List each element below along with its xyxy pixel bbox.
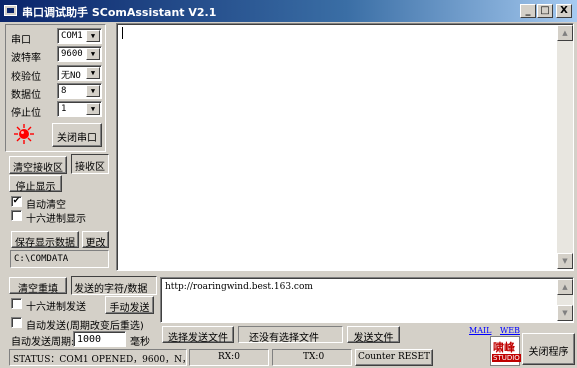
port-value: COM1 — [61, 31, 83, 41]
tx-counter: TX:0 — [272, 349, 352, 366]
hex-display-checkbox[interactable] — [11, 210, 22, 221]
hex-send-label: 十六进制发送 — [26, 302, 86, 313]
baud-label: 波特率 — [11, 53, 41, 64]
hex-display-label: 十六进制显示 — [26, 214, 86, 225]
receive-textarea[interactable]: ▲ ▼ — [116, 23, 574, 271]
close-port-button[interactable]: 关闭串口 — [52, 123, 102, 147]
stopbits-select[interactable]: 1 ▼ — [57, 101, 102, 117]
parity-select[interactable]: 无NO ▼ — [57, 65, 102, 81]
databits-select[interactable]: 8 ▼ — [57, 83, 102, 99]
close-button[interactable]: X — [556, 4, 572, 18]
clear-send-button[interactable]: 清空重填 — [9, 277, 67, 294]
send-file-button[interactable]: 发送文件 — [347, 326, 400, 343]
mail-link[interactable]: MAIL — [469, 326, 491, 335]
rx-counter: RX:0 — [189, 349, 269, 366]
studio-logo: 啸峰 STUDIO — [490, 336, 521, 366]
window-title: 串口调试助手 SComAssistant V2.1 — [22, 6, 217, 19]
selected-file-field: 还没有选择文件 — [238, 326, 343, 344]
hex-send-checkbox[interactable] — [11, 298, 22, 309]
counter-reset-button[interactable]: Counter RESET — [355, 349, 433, 366]
send-scrollbar[interactable]: ▲ ▼ — [557, 279, 573, 321]
auto-clear-label: 自动清空 — [26, 200, 66, 211]
text-cursor — [122, 27, 123, 39]
baud-value: 9600 — [61, 49, 83, 59]
period-unit: 毫秒 — [130, 337, 150, 348]
port-status-lamp-icon — [14, 124, 34, 144]
title-bar[interactable]: 串口调试助手 SComAssistant V2.1 _ □ X — [0, 0, 577, 22]
save-display-button[interactable]: 保存显示数据 — [11, 231, 79, 248]
stop-display-button[interactable]: 停止显示 — [9, 175, 62, 192]
scroll-up-icon[interactable]: ▲ — [557, 25, 573, 41]
receive-area-label: 接收区 — [71, 154, 109, 174]
web-link[interactable]: WEB — [500, 326, 520, 335]
scroll-down-icon[interactable]: ▼ — [557, 305, 573, 321]
auto-send-label: 自动发送(周期改变后重选) — [26, 321, 144, 332]
chevron-down-icon[interactable]: ▼ — [86, 103, 100, 115]
scroll-up-icon[interactable]: ▲ — [557, 279, 573, 295]
port-label: 串口 — [11, 35, 31, 46]
parity-label: 校验位 — [11, 72, 41, 83]
studio-logo-subtitle: STUDIO — [492, 354, 521, 362]
send-content: http://roaringwind.best.163.com — [165, 282, 313, 292]
period-label: 自动发送周期: — [11, 337, 75, 348]
parity-value: 无NO — [61, 71, 81, 81]
baud-select[interactable]: 9600 ▼ — [57, 46, 102, 62]
send-area-label: 发送的字符/数据 — [71, 276, 157, 295]
send-textarea[interactable]: http://roaringwind.best.163.com ▲ ▼ — [160, 277, 574, 323]
chevron-down-icon[interactable]: ▼ — [86, 67, 100, 79]
port-select[interactable]: COM1 ▼ — [57, 28, 102, 44]
app-icon[interactable] — [4, 5, 17, 16]
chevron-down-icon[interactable]: ▼ — [86, 48, 100, 60]
change-path-button[interactable]: 更改 — [82, 231, 109, 248]
select-file-button[interactable]: 选择发送文件 — [162, 326, 234, 343]
databits-label: 数据位 — [11, 90, 41, 101]
chevron-down-icon[interactable]: ▼ — [86, 85, 100, 97]
stopbits-label: 停止位 — [11, 108, 41, 119]
minimize-button[interactable]: _ — [520, 4, 536, 18]
auto-send-checkbox[interactable] — [11, 317, 22, 328]
chevron-down-icon[interactable]: ▼ — [86, 30, 100, 42]
period-input[interactable]: 1000 — [73, 331, 126, 347]
main-window: 串口调试助手 SComAssistant V2.1 _ □ X 串口 COM1 … — [0, 0, 577, 368]
receive-scrollbar[interactable]: ▲ ▼ — [557, 25, 573, 269]
auto-clear-checkbox[interactable]: ✔ — [11, 196, 22, 207]
stopbits-value: 1 — [61, 104, 67, 114]
studio-logo-title: 啸峰 — [493, 341, 515, 354]
exit-program-button[interactable]: 关闭程序 — [522, 333, 575, 365]
maximize-button[interactable]: □ — [537, 4, 553, 18]
clear-receive-button[interactable]: 清空接收区 — [9, 156, 67, 174]
scroll-down-icon[interactable]: ▼ — [557, 253, 573, 269]
save-path-field: C:\COMDATA — [10, 250, 109, 268]
databits-value: 8 — [61, 86, 67, 96]
status-text: STATUS：COM1 OPENED，9600，N，8，1 — [9, 349, 187, 366]
manual-send-button[interactable]: 手动发送 — [105, 296, 154, 314]
